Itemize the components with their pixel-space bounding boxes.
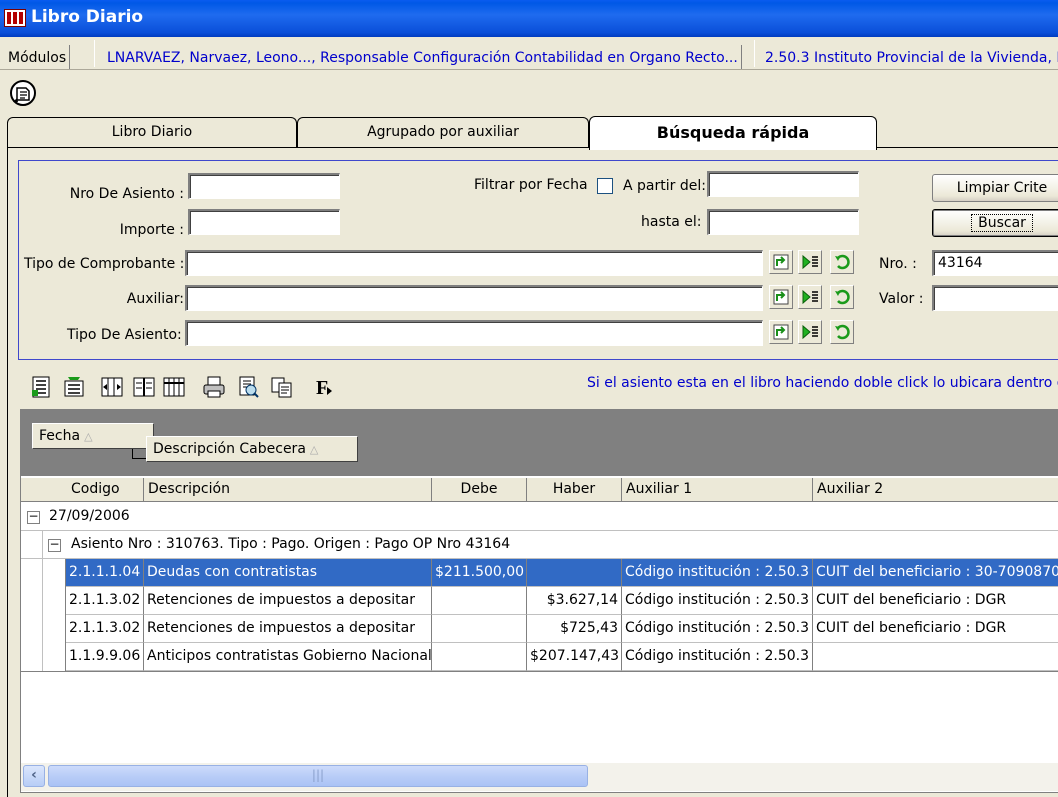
collapse-all-icon[interactable] (60, 373, 88, 401)
buscar-button[interactable]: Buscar (932, 209, 1058, 237)
copy-icon[interactable] (268, 373, 296, 401)
limpiar-criterios-button[interactable]: Limpiar Crite (932, 174, 1058, 202)
nro-asiento-label: Nro De Asiento : (69, 186, 184, 202)
lookup-icon[interactable] (769, 285, 793, 309)
cell-auxiliar-2[interactable]: CUIT del beneficiario : DGR (813, 587, 1058, 615)
cell-descripcion[interactable]: Anticipos contratistas Gobierno Nacional (144, 643, 432, 671)
double-click-hint: Si el asiento esta en el libro haciendo … (587, 375, 1058, 391)
tipo-comprobante-input[interactable] (185, 250, 763, 276)
tab-libro-diario[interactable]: Libro Diario (7, 117, 297, 147)
column-header-codigo[interactable]: Codigo (21, 478, 144, 502)
select-list-icon[interactable] (798, 320, 822, 344)
svg-text:F: F (316, 377, 328, 399)
auxiliar-label: Auxiliar: (126, 291, 184, 307)
current-institution: 2.50.3 Instituto Provincial de la Vivien… (762, 45, 1058, 69)
group-row-date[interactable]: − 27/09/2006 (21, 503, 1058, 531)
group-by-fecha[interactable]: Fecha △ (32, 423, 154, 449)
app-icon (4, 9, 26, 27)
hasta-label: hasta el: (641, 214, 702, 230)
cell-codigo[interactable]: 1.1.9.9.06 (66, 643, 144, 671)
cell-codigo[interactable]: 2.1.1.3.02 (66, 587, 144, 615)
tipo-asiento-input[interactable] (185, 320, 763, 346)
column-split-icon[interactable] (130, 373, 158, 401)
group-row-asiento[interactable]: − Asiento Nro : 310763. Tipo : Pago. Ori… (21, 531, 1058, 559)
desde-input[interactable] (707, 171, 859, 197)
cell-auxiliar-1[interactable]: Código institución : 2.50.3 (622, 559, 813, 587)
tab-busqueda-rapida[interactable]: Búsqueda rápida (589, 116, 877, 150)
table-row[interactable]: 1.1.9.9.06 Anticipos contratistas Gobiern… (21, 643, 1058, 671)
cell-codigo[interactable]: 2.1.1.3.02 (66, 615, 144, 643)
collapse-icon[interactable]: − (27, 510, 40, 524)
cell-codigo[interactable]: 2.1.1.1.04 (66, 559, 144, 587)
nro-label: Nro. : (879, 256, 917, 272)
column-header-auxiliar-1[interactable]: Auxiliar 1 (622, 478, 813, 502)
expand-all-icon[interactable] (28, 373, 56, 401)
cell-auxiliar-2[interactable]: CUIT del beneficiario : 30-7090870 (813, 559, 1058, 587)
modules-label[interactable]: Módulos (5, 45, 71, 69)
column-header-debe[interactable]: Debe (432, 478, 527, 502)
horizontal-scrollbar[interactable]: ‹ ||| (21, 763, 1058, 791)
collapse-icon[interactable]: − (48, 538, 61, 552)
cell-haber[interactable]: $207.147,43 (527, 643, 622, 671)
cell-descripcion[interactable]: Retenciones de impuestos a depositar (144, 587, 432, 615)
title-bar: Libro Diario (0, 0, 1058, 37)
cell-debe[interactable]: $211.500,00 (432, 559, 527, 587)
cell-auxiliar-2[interactable]: CUIT del beneficiario : DGR (813, 615, 1058, 643)
desde-label: A partir del: (623, 178, 706, 194)
column-header-descripcion[interactable]: Descripción (144, 478, 432, 502)
filtrar-fecha-label: Filtrar por Fecha (474, 177, 588, 193)
importe-label: Importe : (119, 222, 184, 238)
select-list-icon[interactable] (798, 250, 822, 274)
cell-debe[interactable] (432, 615, 527, 643)
group-by-descripcion-cabecera[interactable]: Descripción Cabecera △ (146, 436, 358, 462)
hasta-input[interactable] (707, 209, 859, 235)
valor-input[interactable] (932, 285, 1058, 311)
cell-debe[interactable] (432, 587, 527, 615)
clear-undo-icon[interactable] (830, 250, 854, 274)
cell-auxiliar-1[interactable]: Código institución : 2.50.3 (622, 643, 813, 671)
print-preview-icon[interactable] (234, 373, 262, 401)
cell-descripcion[interactable]: Retenciones de impuestos a depositar (144, 615, 432, 643)
results-grid: Fecha △ Descripción Cabecera △ Codigo Desc… (20, 409, 1058, 793)
scroll-thumb[interactable]: ||| (48, 765, 588, 787)
module-bar: Módulos LNARVAEZ, Narvaez, Leono..., Res… (0, 37, 1058, 70)
importe-input[interactable] (188, 209, 340, 235)
select-list-icon[interactable] (798, 285, 822, 309)
lookup-icon[interactable] (769, 320, 793, 344)
function-icon[interactable]: F (310, 373, 338, 401)
print-icon[interactable] (200, 373, 228, 401)
column-header-haber[interactable]: Haber (527, 478, 622, 502)
column-settings-icon[interactable] (160, 373, 188, 401)
nro-asiento-input[interactable] (188, 173, 340, 199)
cell-auxiliar-1[interactable]: Código institución : 2.50.3 (622, 587, 813, 615)
column-fit-icon[interactable] (98, 373, 126, 401)
tab-agrupado-por-auxiliar[interactable]: Agrupado por auxiliar (297, 117, 589, 147)
filtrar-fecha-checkbox[interactable] (597, 178, 613, 194)
cell-debe[interactable] (432, 643, 527, 671)
clear-undo-icon[interactable] (830, 320, 854, 344)
cell-haber[interactable]: $3.627,14 (527, 587, 622, 615)
nro-input[interactable]: 43164 (932, 250, 1058, 276)
cell-haber[interactable]: $725,43 (527, 615, 622, 643)
refresh-report-icon[interactable] (8, 78, 38, 108)
table-row[interactable]: 2.1.1.3.02 Retenciones de impuestos a dep… (21, 587, 1058, 615)
clear-undo-icon[interactable] (830, 285, 854, 309)
table-row[interactable]: 2.1.1.3.02 Retenciones de impuestos a dep… (21, 615, 1058, 643)
group-by-area: Fecha △ Descripción Cabecera △ (21, 410, 1058, 476)
valor-label: Valor : (879, 291, 924, 307)
cell-auxiliar-2[interactable] (813, 643, 1058, 671)
tipo-asiento-label: Tipo De Asiento: (67, 327, 182, 343)
lookup-icon[interactable] (769, 250, 793, 274)
table-row[interactable]: 2.1.1.1.04 Deudas con contratistas $211.50… (21, 559, 1058, 587)
current-user: LNARVAEZ, Narvaez, Leono..., Responsable… (104, 45, 742, 69)
scroll-left-icon[interactable]: ‹ (23, 765, 45, 787)
window-title: Libro Diario (31, 7, 144, 27)
tipo-comprobante-label: Tipo de Comprobante : (24, 256, 185, 272)
column-header-auxiliar-2[interactable]: Auxiliar 2 (813, 478, 1058, 502)
cell-haber[interactable] (527, 559, 622, 587)
auxiliar-input[interactable] (185, 285, 763, 311)
cell-auxiliar-1[interactable]: Código institución : 2.50.3 (622, 615, 813, 643)
cell-descripcion[interactable]: Deudas con contratistas (144, 559, 432, 587)
